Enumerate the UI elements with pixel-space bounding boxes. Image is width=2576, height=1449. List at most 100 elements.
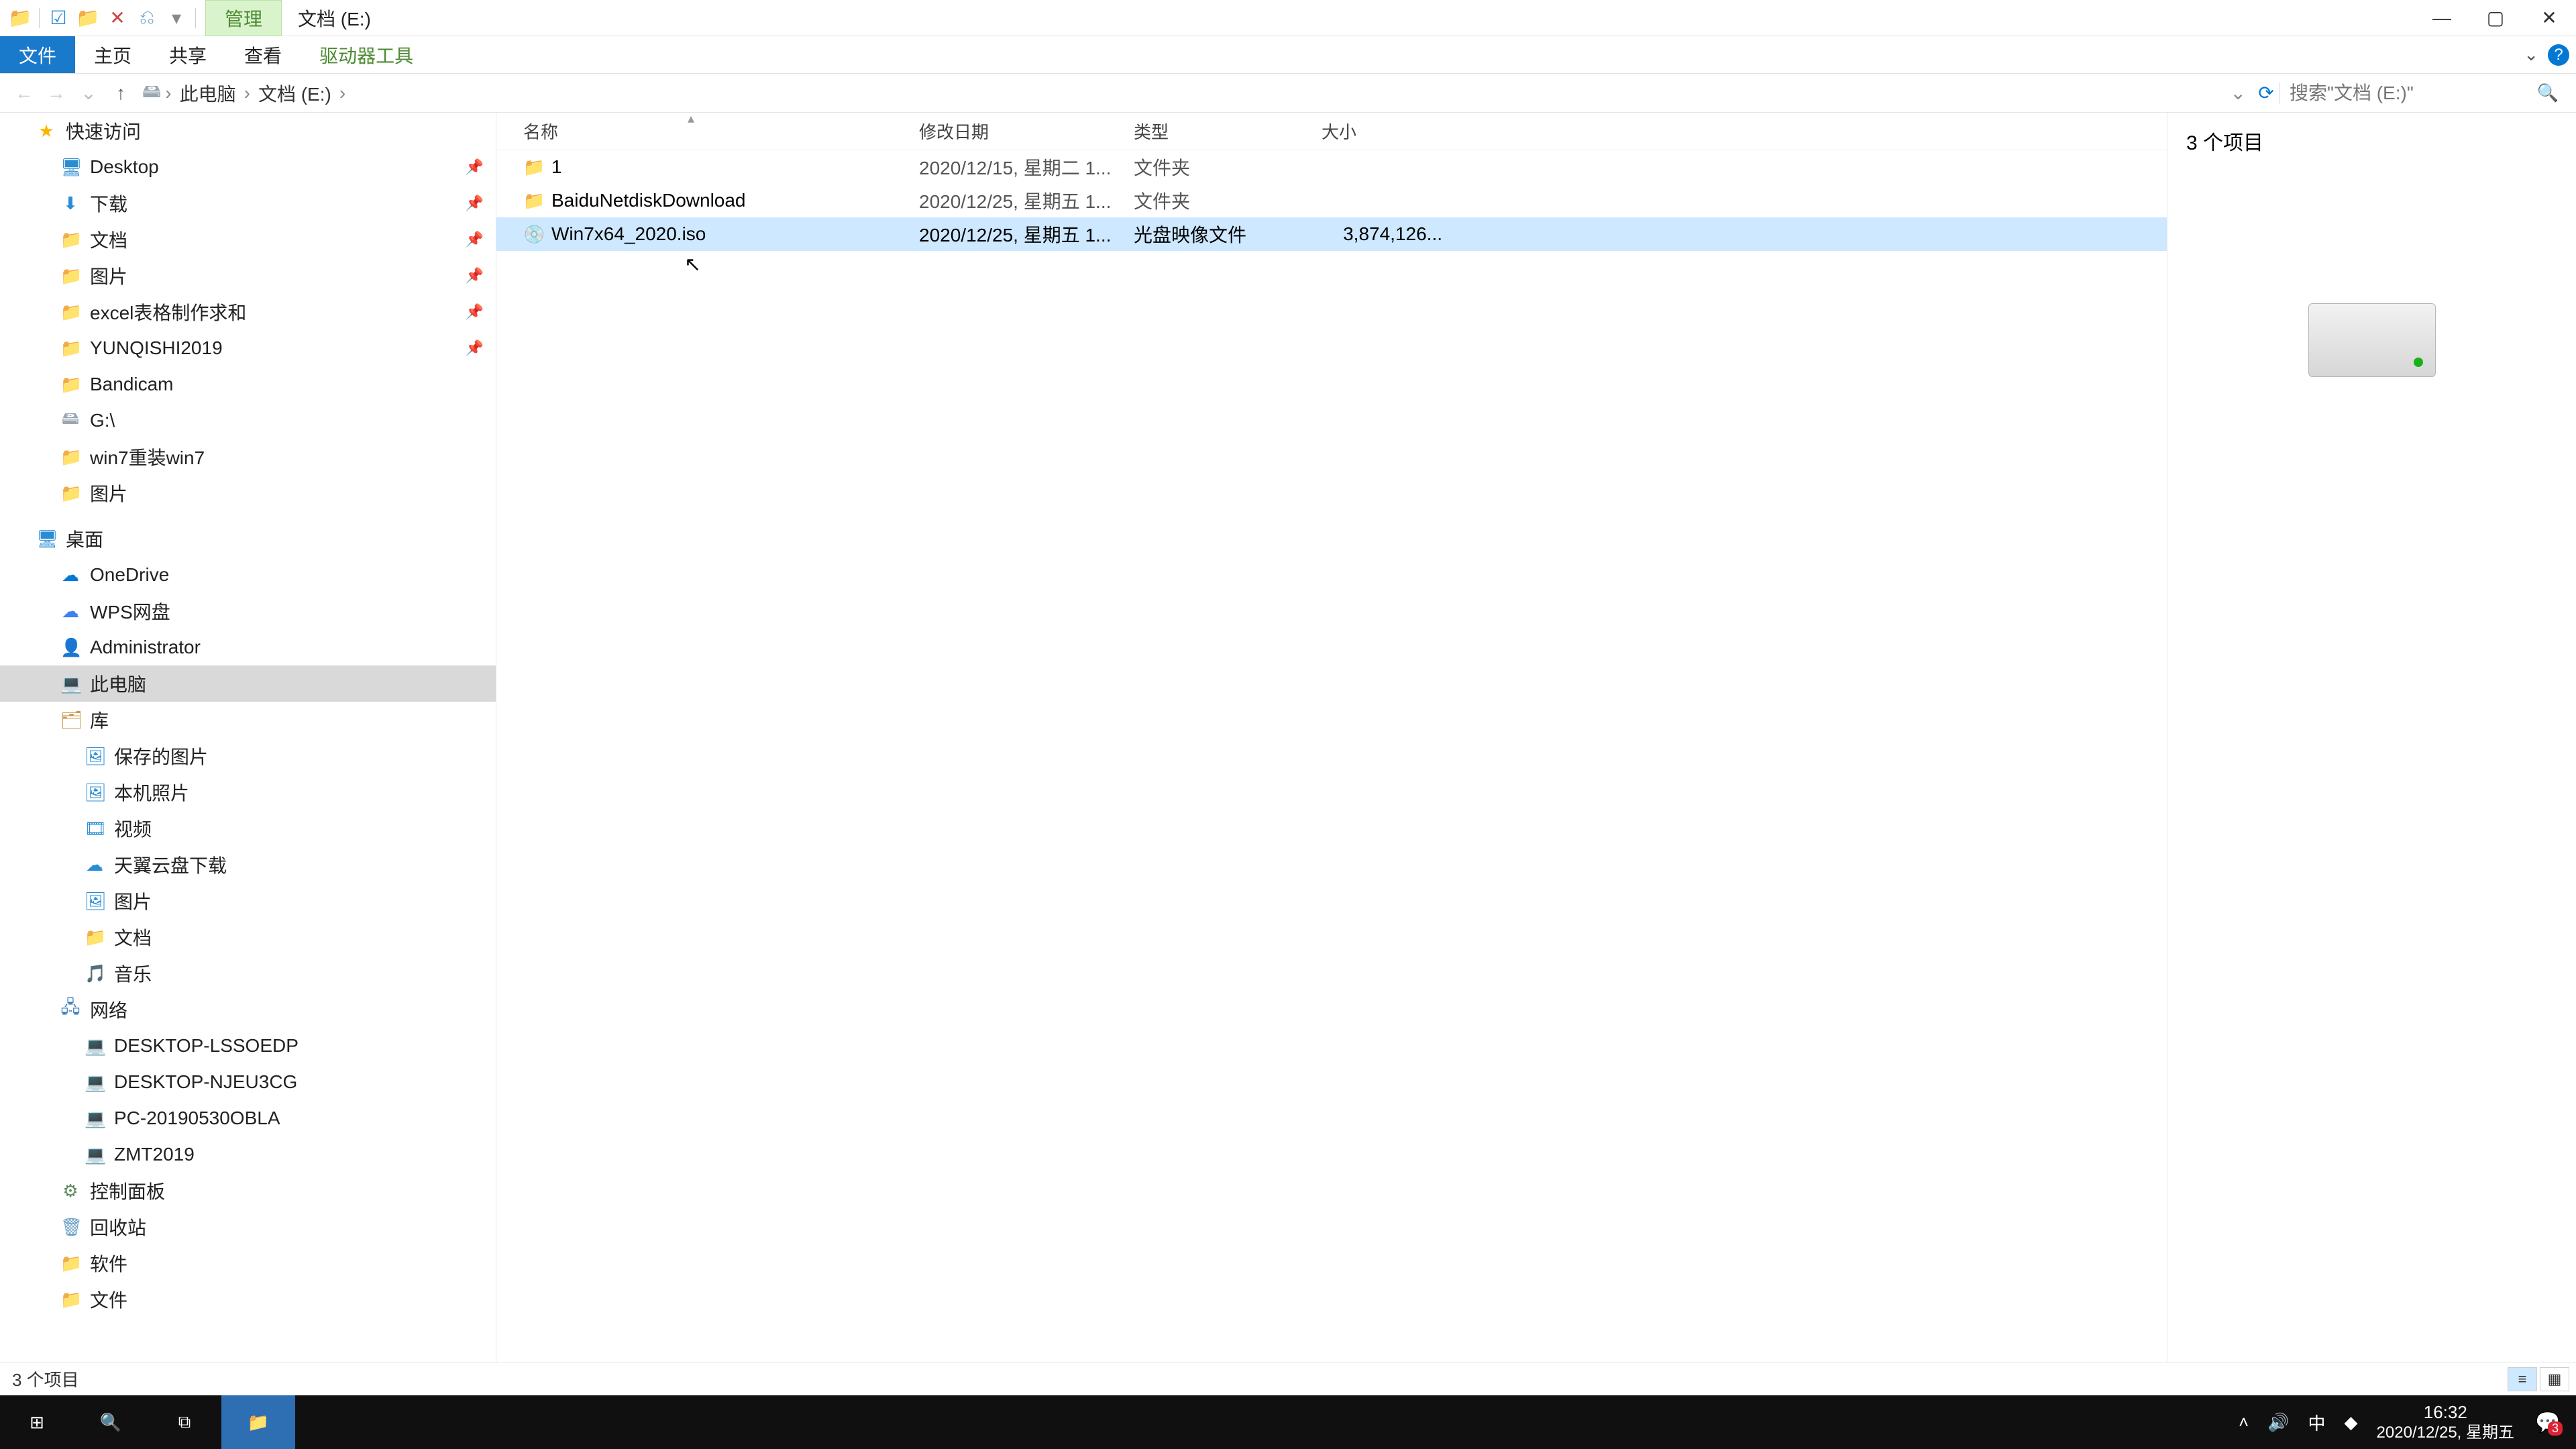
nav-lib-item[interactable]: ☁天翼云盘下载 xyxy=(0,847,496,883)
folder-icon: 📁 xyxy=(523,157,542,178)
nav-quick-item[interactable]: 📁Bandicam xyxy=(0,366,496,402)
nav-onedrive[interactable]: ☁OneDrive xyxy=(0,557,496,593)
close-button[interactable]: ✕ xyxy=(2522,0,2576,36)
folder-icon: 📁 xyxy=(60,1289,80,1310)
nav-label: G:\ xyxy=(90,410,115,431)
nav-label: 文件 xyxy=(90,1286,127,1313)
nav-up-button[interactable]: ↑ xyxy=(105,83,137,104)
task-view-button[interactable]: ⧉ xyxy=(148,1395,221,1449)
nav-wps[interactable]: ☁WPS网盘 xyxy=(0,593,496,629)
file-date: 2020/12/15, 星期二 1... xyxy=(919,154,1134,180)
qat-new-folder-icon[interactable]: 📁 xyxy=(77,7,99,29)
nav-lib-item[interactable]: 🖼图片 xyxy=(0,883,496,919)
crumb-current[interactable]: 文档 (E:) xyxy=(254,80,335,107)
ribbon-tab-file[interactable]: 文件 xyxy=(0,36,75,73)
file-row[interactable]: 📁BaiduNetdiskDownload 2020/12/25, 星期五 1.… xyxy=(496,184,2167,217)
crumb-sep: › xyxy=(339,83,345,104)
nav-network-pc[interactable]: 💻DESKTOP-NJEU3CG xyxy=(0,1064,496,1100)
action-center-icon[interactable]: 💬3 xyxy=(2533,1407,2563,1437)
tray-clock[interactable]: 16:32 2020/12/25, 星期五 xyxy=(2377,1401,2514,1444)
video-icon: 🎞 xyxy=(85,818,105,839)
search-icon[interactable]: 🔍 xyxy=(2537,83,2559,103)
start-button[interactable]: ⊞ xyxy=(0,1395,74,1449)
search-box[interactable]: 🔍 xyxy=(2279,83,2568,104)
search-button[interactable]: 🔍 xyxy=(74,1395,148,1449)
tray-ime-indicator[interactable]: 中 xyxy=(2308,1410,2326,1435)
col-name[interactable]: 名称 xyxy=(523,119,919,144)
nav-libraries[interactable]: 🗂库 xyxy=(0,702,496,738)
nav-label: 本机照片 xyxy=(114,779,189,806)
file-date: 2020/12/25, 星期五 1... xyxy=(919,221,1134,248)
nav-user[interactable]: 👤Administrator xyxy=(0,629,496,665)
nav-lib-item[interactable]: 🖼本机照片 xyxy=(0,774,496,810)
address-dropdown-icon[interactable]: ⌄ xyxy=(2224,82,2253,104)
nav-back-button[interactable]: ← xyxy=(8,83,40,104)
nav-quick-item[interactable]: 📁win7重装win7 xyxy=(0,439,496,475)
title-bar: 📁 ☑ 📁 ✕ ⎌ ▾ 管理 文档 (E:) — ▢ ✕ xyxy=(0,0,2576,36)
nav-files[interactable]: 📁 文件 xyxy=(0,1281,496,1318)
nav-lib-item[interactable]: 📁文档 xyxy=(0,919,496,955)
search-input[interactable] xyxy=(2290,83,2537,104)
folder-icon: 📁 xyxy=(60,266,80,286)
nav-network-pc[interactable]: 💻PC-20190530OBLA xyxy=(0,1100,496,1136)
nav-label: Desktop xyxy=(90,156,159,178)
tray-overflow-icon[interactable]: ˄ xyxy=(2239,1412,2249,1433)
nav-quick-item[interactable]: 🖥Desktop📌 xyxy=(0,149,496,185)
nav-quick-item[interactable]: 📁文档📌 xyxy=(0,221,496,258)
nav-forward-button[interactable]: → xyxy=(40,83,72,104)
file-row[interactable]: 📁1 2020/12/15, 星期二 1... 文件夹 xyxy=(496,150,2167,184)
folder-icon: 📁 xyxy=(60,374,80,395)
ribbon-tab-home[interactable]: 主页 xyxy=(75,36,150,73)
ribbon-tab-view[interactable]: 查看 xyxy=(225,36,301,73)
nav-quick-item[interactable]: 📁图片📌 xyxy=(0,258,496,294)
crumb-this-pc[interactable]: 此电脑 xyxy=(176,80,240,107)
refresh-button[interactable]: ⟳ xyxy=(2253,82,2279,104)
nav-label: ZMT2019 xyxy=(114,1144,195,1165)
breadcrumb[interactable]: 🖴 › 此电脑 › 文档 (E:) › xyxy=(137,77,2224,109)
nav-this-pc[interactable]: 💻此电脑 xyxy=(0,665,496,702)
qat-customize-icon[interactable]: ▾ xyxy=(166,7,187,29)
nav-recycle-bin[interactable]: 🗑回收站 xyxy=(0,1209,496,1245)
cloud-icon: ☁ xyxy=(85,855,105,875)
nav-label: WPS网盘 xyxy=(90,598,170,625)
qat-delete-icon[interactable]: ✕ xyxy=(107,7,128,29)
crumb-sep: › xyxy=(165,83,171,104)
ribbon-tab-share[interactable]: 共享 xyxy=(150,36,225,73)
nav-network-pc[interactable]: 💻DESKTOP-LSSOEDP xyxy=(0,1028,496,1064)
col-size[interactable]: 大小 xyxy=(1322,119,1456,144)
nav-network-pc[interactable]: 💻ZMT2019 xyxy=(0,1136,496,1173)
pc-icon: 💻 xyxy=(85,1072,105,1093)
nav-desktop[interactable]: 🖥 桌面 xyxy=(0,521,496,557)
nav-software[interactable]: 📁软件 xyxy=(0,1245,496,1281)
qat-undo-icon[interactable]: ⎌ xyxy=(136,7,158,29)
nav-lib-item[interactable]: 🎞视频 xyxy=(0,810,496,847)
col-date[interactable]: 修改日期 xyxy=(919,119,1134,144)
view-icons-button[interactable]: ▦ xyxy=(2540,1367,2569,1391)
minimize-button[interactable]: — xyxy=(2415,0,2469,36)
notification-badge: 3 xyxy=(2548,1421,2563,1436)
nav-recent-dropdown[interactable]: ⌄ xyxy=(72,82,105,104)
nav-quick-item[interactable]: 🖴G:\ xyxy=(0,402,496,439)
nav-quick-item[interactable]: 📁图片 xyxy=(0,475,496,511)
nav-quick-item[interactable]: 📁YUNQISHI2019📌 xyxy=(0,330,496,366)
taskbar-explorer[interactable]: 📁 xyxy=(221,1395,295,1449)
nav-control-panel[interactable]: ⚙控制面板 xyxy=(0,1173,496,1209)
nav-quick-access[interactable]: ★ 快速访问 xyxy=(0,113,496,149)
col-type[interactable]: 类型 xyxy=(1134,119,1322,144)
nav-lib-item[interactable]: 🎵音乐 xyxy=(0,955,496,991)
tray-volume-icon[interactable]: 🔊 xyxy=(2267,1412,2289,1433)
file-row-selected[interactable]: 💿Win7x64_2020.iso 2020/12/25, 星期五 1... 光… xyxy=(496,217,2167,251)
nav-quick-item[interactable]: ⬇下载📌 xyxy=(0,185,496,221)
ribbon-tab-drive-tools[interactable]: 驱动器工具 xyxy=(301,36,432,73)
qat-properties-icon[interactable]: ☑ xyxy=(48,7,69,29)
contextual-tab-manage[interactable]: 管理 xyxy=(205,0,282,36)
nav-lib-item[interactable]: 🖼保存的图片 xyxy=(0,738,496,774)
nav-quick-item[interactable]: 📁excel表格制作求和📌 xyxy=(0,294,496,330)
view-details-button[interactable]: ≡ xyxy=(2508,1367,2537,1391)
help-icon[interactable]: ? xyxy=(2548,44,2569,66)
maximize-button[interactable]: ▢ xyxy=(2469,0,2522,36)
nav-network[interactable]: 🖧网络 xyxy=(0,991,496,1028)
tray-app-icon[interactable]: ◆ xyxy=(2345,1412,2358,1433)
ribbon-collapse-icon[interactable]: ⌄ xyxy=(2524,44,2538,65)
nav-label: 图片 xyxy=(90,480,127,506)
